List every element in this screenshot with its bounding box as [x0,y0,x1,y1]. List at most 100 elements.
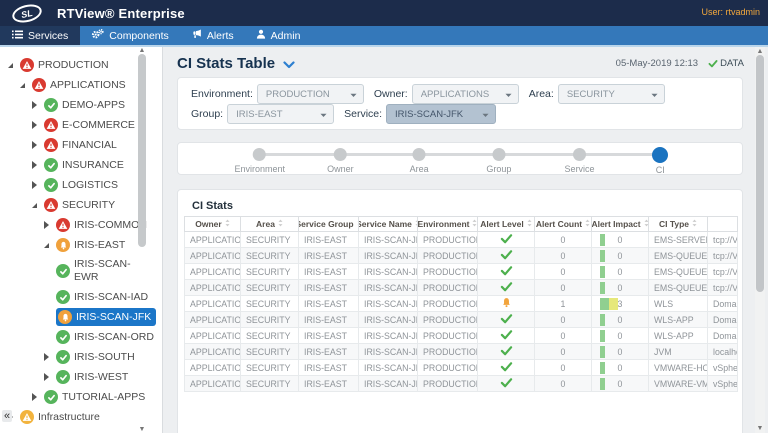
cell-service-group: IRIS-EAST [298,247,359,264]
table-row[interactable]: APPLICATIONSSECURITYIRIS-EASTIRIS-SCAN-J… [184,359,738,376]
sidebar-collapse-button[interactable]: « [2,410,13,422]
scroll-down-icon[interactable]: ▼ [138,426,146,433]
cell-ci-type: EMS-QUEUE [648,247,708,264]
cell-alert-level [477,343,535,360]
environment-label: Environment: [191,88,253,100]
tree-item-label: APPLICATIONS [50,79,126,91]
column-header-alert-count[interactable]: Alert Count [534,216,592,232]
tree-item-label: INSURANCE [62,159,124,171]
nav-bar: Services Components Alerts Admin [0,26,768,45]
cell-owner: APPLICATIONS [184,247,241,264]
cell-environment: PRODUCTION [417,375,478,392]
filter-row: Group: IRIS-EAST Service: IRIS-SCAN-JFK [191,104,729,124]
table-row[interactable]: APPLICATIONSSECURITYIRIS-EASTIRIS-SCAN-J… [184,295,738,312]
sidebar-scrollbar-thumb[interactable] [138,54,146,247]
nav-item-admin[interactable]: Admin [245,26,312,45]
cell-service-group: IRIS-EAST [298,327,359,344]
alert-red-icon [44,198,58,212]
tree-expander-icon[interactable] [44,373,56,381]
table-row[interactable]: APPLICATIONSSECURITYIRIS-EASTIRIS-SCAN-J… [184,231,738,248]
filter-row: Environment: PRODUCTION Owner: APPLICATIONS… [191,84,729,104]
owner-select[interactable]: APPLICATIONS [411,84,519,104]
table-title: CI Stats [192,200,233,212]
area-select[interactable]: SECURITY [557,84,665,104]
cell-ci: Domain [707,311,738,328]
cell-service-name: IRIS-SCAN-JFK [358,247,418,264]
tree-expander-icon[interactable] [44,221,56,229]
column-header-area[interactable]: Area [240,216,299,232]
tree-expander-icon[interactable] [32,161,44,169]
scroll-up-icon[interactable]: ▲ [756,48,764,55]
column-header-environment[interactable]: Environment [417,216,478,232]
tree-expander-icon[interactable] [32,393,44,401]
tree-expander-icon[interactable] [32,121,44,129]
table-row[interactable]: APPLICATIONSSECURITYIRIS-EASTIRIS-SCAN-J… [184,343,738,360]
nav-item-alerts[interactable]: Alerts [180,26,245,45]
service-select[interactable]: IRIS-SCAN-JFK [386,104,497,124]
column-header-ci-type[interactable]: CI Type [648,216,708,232]
caret-down-icon [482,105,489,123]
table-row[interactable]: APPLICATIONSSECURITYIRIS-EASTIRIS-SCAN-J… [184,311,738,328]
scroll-down-icon[interactable]: ▼ [756,425,764,432]
step-service[interactable]: Service [565,143,595,174]
environment-select[interactable]: PRODUCTION [256,84,364,104]
data-indicator: DATA [708,58,744,69]
cell-area: SECURITY [240,247,299,264]
tree-expander-icon[interactable] [20,82,32,88]
main-scrollbar-thumb[interactable] [756,55,764,292]
page-title: CI Stats Table [177,55,276,72]
cell-owner: APPLICATIONS [184,375,241,392]
step-group[interactable]: Group [486,143,511,174]
cell-alert-count: 0 [534,279,592,296]
table-row[interactable]: APPLICATIONSSECURITYIRIS-EASTIRIS-SCAN-J… [184,247,738,264]
cell-owner: APPLICATIONS [184,343,241,360]
tree-expander-icon[interactable] [32,141,44,149]
stepper-line [260,153,660,156]
table-row[interactable]: APPLICATIONSSECURITYIRIS-EASTIRIS-SCAN-J… [184,375,738,392]
column-header-alert-level[interactable]: Alert Level [477,216,535,232]
table-row[interactable]: APPLICATIONSSECURITYIRIS-EASTIRIS-SCAN-J… [184,327,738,344]
sort-icon [225,219,230,229]
check-green-icon [44,98,58,112]
divider [0,45,768,47]
cell-ci: Domain [707,327,738,344]
tree-expander-icon[interactable] [32,181,44,189]
cell-alert-count: 1 [534,295,592,312]
sidebar-scrollbar[interactable]: ▲ ▼ [138,47,146,433]
tree-expander-icon[interactable] [44,242,56,248]
group-select[interactable]: IRIS-EAST [227,104,335,124]
step-ci[interactable]: CI [652,143,669,175]
check-green-icon [44,158,58,172]
cell-alert-impact: 0 [591,359,649,376]
tree-expander-icon[interactable] [32,202,44,208]
table-row[interactable]: APPLICATIONSSECURITYIRIS-EASTIRIS-SCAN-J… [184,263,738,280]
impact-bar-green [600,266,605,278]
cell-service-name: IRIS-SCAN-JFK [358,327,418,344]
tree-expander-icon[interactable] [32,101,44,109]
cell-alert-level [477,359,535,376]
column-header-service-group[interactable]: Service Group [298,216,359,232]
step-area[interactable]: Area [410,143,429,174]
scroll-up-icon[interactable]: ▲ [138,47,146,54]
tree-expander-icon[interactable] [44,353,56,361]
column-label: Alert Count [535,219,583,229]
impact-bar-green [600,298,609,310]
step-owner[interactable]: Owner [327,143,354,174]
check-icon [500,330,513,342]
column-header-owner[interactable]: Owner [184,216,241,232]
main-scrollbar[interactable]: ▲ ▼ [755,47,765,433]
column-header-service-name[interactable]: Service Name [358,216,418,232]
cell-alert-count: 0 [534,247,592,264]
owner-value: APPLICATIONS [420,88,490,100]
step-environment[interactable]: Environment [234,143,285,174]
chevron-down-icon[interactable] [283,56,295,74]
column-header-alert-impact[interactable]: Alert Impact [591,216,649,232]
table-row[interactable]: APPLICATIONSSECURITYIRIS-EASTIRIS-SCAN-J… [184,279,738,296]
tree-item-label: IRIS-SCAN-IAD [74,291,149,303]
step-dot [333,148,347,161]
nav-item-components[interactable]: Components [80,26,180,45]
tree-expander-icon[interactable] [8,62,20,68]
nav-item-services[interactable]: Services [0,26,81,45]
step-dot [492,148,506,161]
tree-item-label: E-COMMERCE [62,119,135,131]
